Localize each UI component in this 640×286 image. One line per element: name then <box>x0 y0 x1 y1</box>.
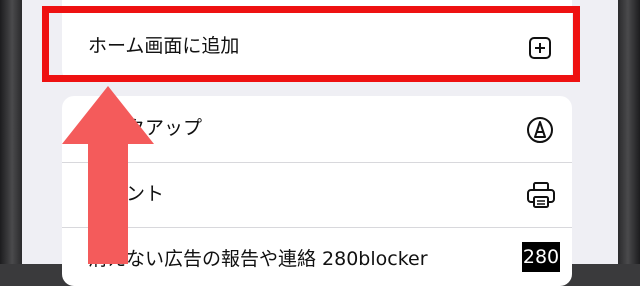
markup-pen-icon[interactable] <box>526 116 554 144</box>
up-arrow-annotation <box>62 86 154 264</box>
phone-bezel-left <box>0 0 22 264</box>
280blocker-app-icon[interactable]: 280 <box>522 242 560 272</box>
phone-bezel-right <box>618 0 640 264</box>
printer-icon[interactable] <box>526 181 556 209</box>
highlight-box <box>42 6 580 82</box>
